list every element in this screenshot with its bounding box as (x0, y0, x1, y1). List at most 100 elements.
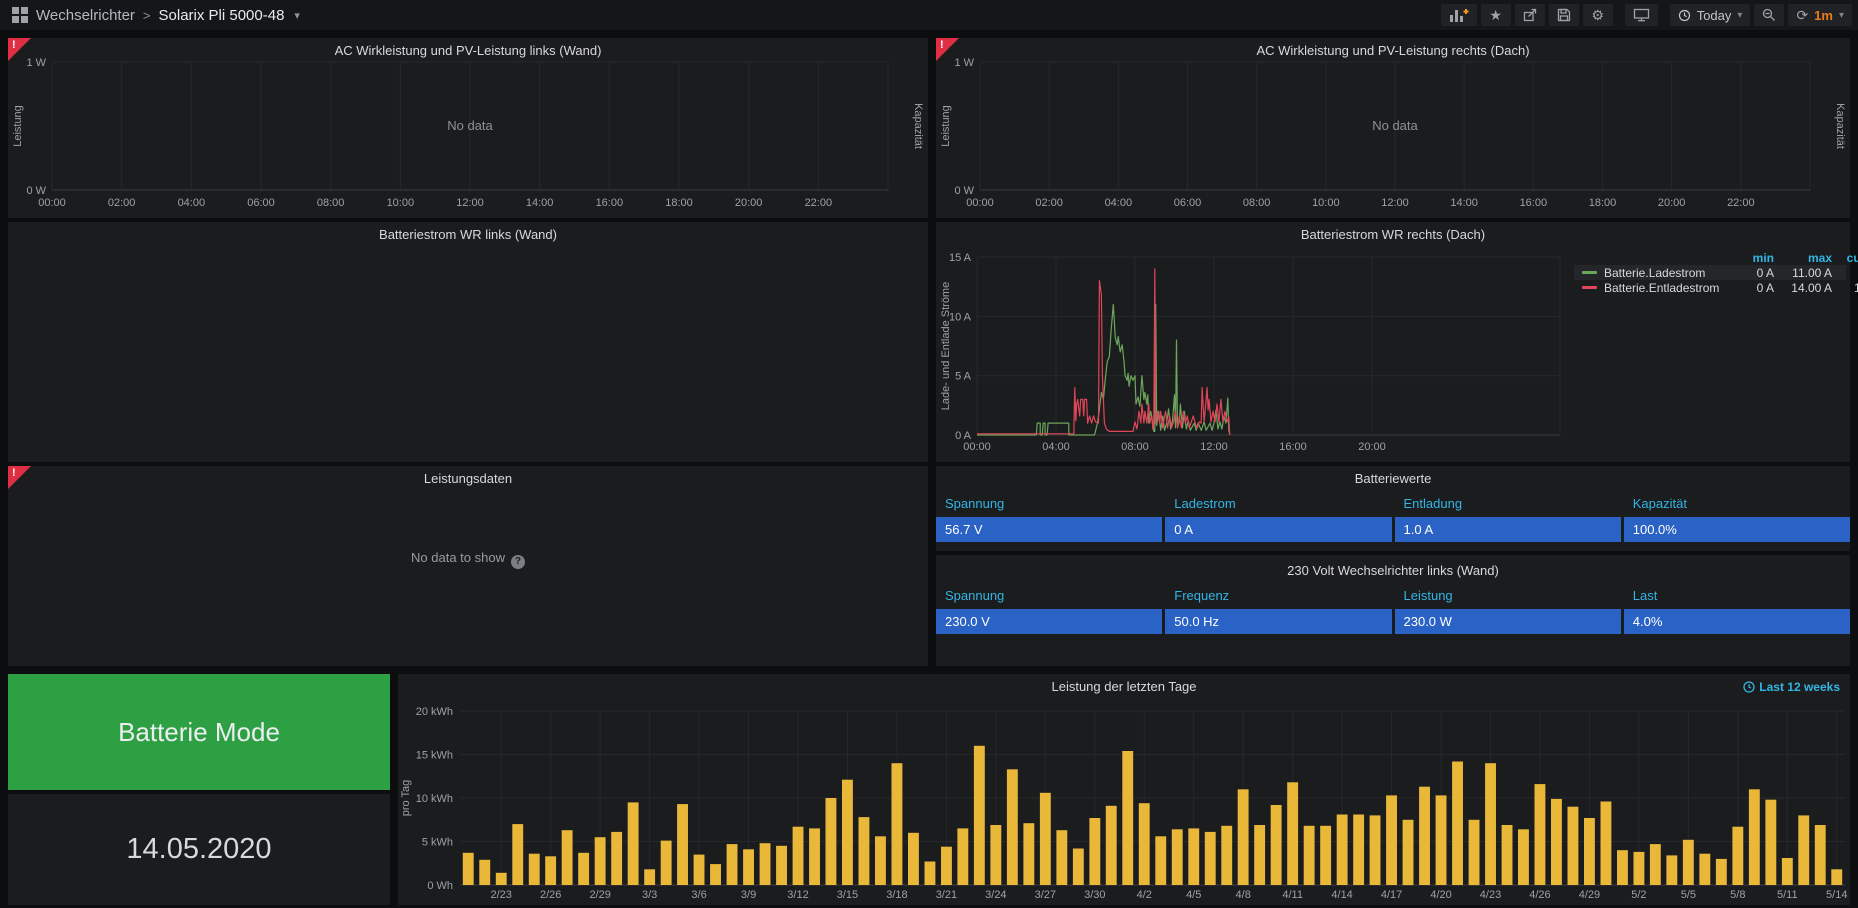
table-column-header[interactable]: Kapazität (1624, 494, 1850, 513)
panel-title[interactable]: Leistung der letzten Tage (398, 679, 1850, 694)
svg-text:10 kWh: 10 kWh (416, 793, 453, 805)
table-column-header[interactable]: Spannung (936, 494, 1162, 513)
svg-text:04:00: 04:00 (1105, 197, 1133, 209)
svg-text:4/29: 4/29 (1579, 889, 1600, 901)
svg-text:5/2: 5/2 (1631, 889, 1646, 901)
svg-text:04:00: 04:00 (178, 197, 206, 209)
help-icon[interactable]: ? (511, 555, 525, 569)
panel-title[interactable]: AC Wirkleistung und PV-Leistung links (W… (8, 43, 928, 58)
panel-title[interactable]: Batteriewerte (936, 471, 1850, 486)
refresh-interval-label[interactable]: 1m (1814, 8, 1833, 23)
dashboards-icon[interactable] (12, 7, 28, 23)
panel-batteriewerte: Batteriewerte SpannungLadestromEntladung… (936, 466, 1850, 551)
svg-text:5/5: 5/5 (1681, 889, 1696, 901)
legend-series-value: 0 A (1734, 266, 1774, 280)
legend-series-swatch-icon (1582, 286, 1597, 289)
star-button[interactable]: ★ (1481, 4, 1511, 26)
panel-title[interactable]: Batteriestrom WR links (Wand) (8, 227, 928, 242)
save-button[interactable] (1549, 4, 1579, 26)
svg-text:00:00: 00:00 (966, 197, 994, 209)
cycle-view-mode-button[interactable] (1625, 4, 1658, 26)
time-range-label: Today (1697, 8, 1732, 23)
svg-text:22:00: 22:00 (805, 197, 833, 209)
add-panel-button[interactable] (1441, 4, 1477, 26)
batteriewerte-table: SpannungLadestromEntladungKapazität56.7 … (936, 494, 1850, 542)
svg-text:4/26: 4/26 (1529, 889, 1550, 901)
svg-text:14:00: 14:00 (526, 197, 554, 209)
legend-sort-current[interactable]: current (1832, 251, 1858, 265)
panel-error-indicator[interactable]: ! (936, 38, 959, 61)
svg-text:22:00: 22:00 (1727, 197, 1755, 209)
panel-title[interactable]: 230 Volt Wechselrichter links (Wand) (936, 563, 1850, 578)
svg-text:Lade- und Entlade Ströme: Lade- und Entlade Ströme (940, 282, 952, 410)
svg-text:0 W: 0 W (26, 185, 46, 197)
gear-icon: ⚙ (1591, 8, 1604, 22)
svg-text:5 kWh: 5 kWh (422, 837, 453, 849)
table-value-cell: 1.0 A (1395, 517, 1621, 542)
panel-time-range[interactable]: Last 12 weeks (1743, 680, 1840, 694)
svg-text:No data: No data (1372, 118, 1418, 133)
table-column-header[interactable]: Frequenz (1165, 586, 1391, 605)
table-column-header[interactable]: Last (1624, 586, 1850, 605)
time-range-text: Last 12 weeks (1759, 680, 1840, 694)
svg-text:3/15: 3/15 (837, 889, 858, 901)
panel-title[interactable]: Leistungsdaten (8, 471, 928, 486)
chevron-down-icon[interactable]: ▾ (1839, 10, 1844, 21)
table-column-header[interactable]: Spannung (936, 586, 1162, 605)
date-stat: 14.05.2020 (8, 794, 390, 905)
svg-text:3/18: 3/18 (886, 889, 907, 901)
svg-text:20:00: 20:00 (1658, 197, 1686, 209)
save-icon (1557, 8, 1571, 22)
legend-series-name[interactable]: Batterie.Ladestrom (1576, 266, 1734, 280)
dashboard-settings-button[interactable]: ⚙ (1583, 4, 1613, 26)
svg-text:16:00: 16:00 (1520, 197, 1548, 209)
zoom-out-button[interactable] (1754, 4, 1784, 26)
svg-text:3/6: 3/6 (691, 889, 706, 901)
legend-header-row: minmaxcurrent (1574, 250, 1846, 265)
legend-sort-max[interactable]: max (1774, 251, 1832, 265)
table-column-header[interactable]: Ladestrom (1165, 494, 1391, 513)
date-value: 14.05.2020 (126, 833, 271, 866)
svg-text:3/9: 3/9 (741, 889, 756, 901)
panel-title[interactable]: AC Wirkleistung und PV-Leistung rechts (… (936, 43, 1850, 58)
legend-series-value: 11.00 A (1774, 266, 1832, 280)
svg-text:4/23: 4/23 (1480, 889, 1501, 901)
legend-series-name[interactable]: Batterie.Entladestrom (1576, 281, 1734, 295)
chevron-down-icon[interactable]: ▾ (294, 9, 300, 22)
svg-text:02:00: 02:00 (108, 197, 136, 209)
legend-series-row: Batterie.Ladestrom0 A11.00 A0 A (1574, 265, 1846, 280)
refresh-button[interactable]: ⟳ 1m ▾ (1788, 4, 1852, 26)
svg-text:pro Tag: pro Tag (400, 780, 412, 817)
svg-text:3/27: 3/27 (1035, 889, 1056, 901)
svg-text:4/5: 4/5 (1186, 889, 1201, 901)
panel-error-indicator[interactable]: ! (8, 38, 31, 61)
svg-text:0 W: 0 W (954, 185, 974, 197)
panel-ac-wirkleistung-links: ! AC Wirkleistung und PV-Leistung links … (8, 38, 928, 218)
table-column-header[interactable]: Leistung (1395, 586, 1621, 605)
svg-text:20:00: 20:00 (1358, 441, 1386, 453)
legend-series-value: 0 A (1832, 266, 1858, 280)
chart-legend: minmaxcurrentBatterie.Ladestrom0 A11.00 … (1574, 250, 1846, 295)
breadcrumb-folder[interactable]: Wechselrichter (36, 7, 135, 24)
svg-text:15 kWh: 15 kWh (416, 750, 453, 762)
battery-mode-stat: Batterie Mode (8, 674, 390, 790)
error-icon: ! (12, 467, 16, 479)
panel-datum: 14.05.2020 (8, 794, 390, 905)
time-picker-button[interactable]: Today ▾ (1670, 4, 1751, 26)
svg-text:04:00: 04:00 (1042, 441, 1070, 453)
breadcrumb-dashboard-title[interactable]: Solarix Pli 5000-48 (159, 7, 285, 24)
svg-text:10 A: 10 A (949, 311, 972, 323)
panel-leistung-letzte-tage: Leistung der letzten Tage Last 12 weeks … (398, 674, 1850, 905)
panel-error-indicator[interactable]: ! (8, 466, 31, 489)
svg-text:08:00: 08:00 (1121, 441, 1149, 453)
table-column-header[interactable]: Entladung (1395, 494, 1621, 513)
breadcrumb: Wechselrichter > Solarix Pli 5000-48 ▾ (36, 7, 300, 24)
legend-sort-min[interactable]: min (1734, 251, 1774, 265)
svg-text:3/24: 3/24 (985, 889, 1006, 901)
legend-series-swatch-icon (1582, 271, 1597, 274)
svg-text:4/11: 4/11 (1282, 889, 1303, 901)
panel-title[interactable]: Batteriestrom WR rechts (Dach) (936, 227, 1850, 242)
svg-text:18:00: 18:00 (665, 197, 693, 209)
share-button[interactable] (1515, 4, 1545, 26)
svg-text:08:00: 08:00 (317, 197, 345, 209)
